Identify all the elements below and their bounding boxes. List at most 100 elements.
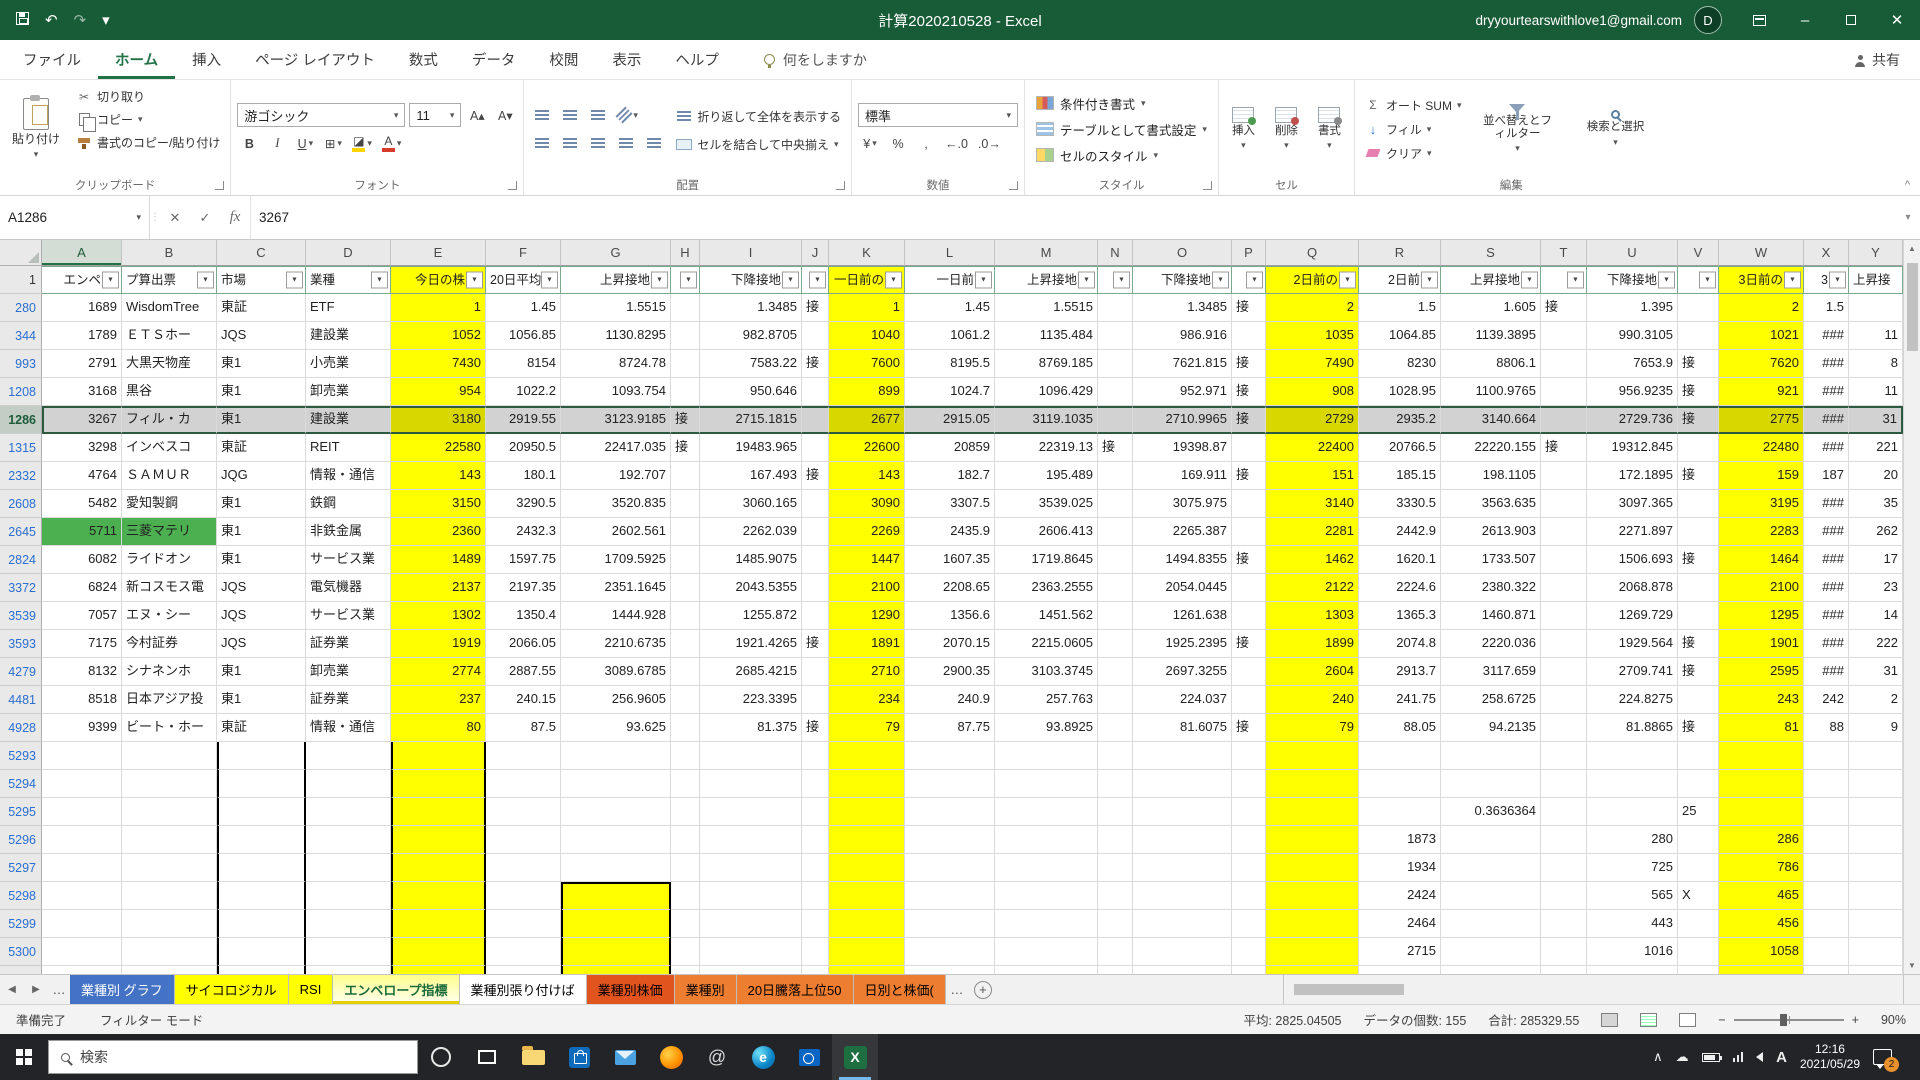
cell-J4481[interactable] (802, 686, 829, 714)
cell-M3593[interactable]: 2215.0605 (995, 630, 1098, 658)
cell-I2608[interactable]: 3060.165 (700, 490, 802, 518)
cell-P5298[interactable] (1232, 882, 1266, 910)
cell-V5297[interactable] (1678, 854, 1719, 882)
cell-G5294[interactable] (561, 770, 671, 798)
cell-X5296[interactable] (1804, 826, 1849, 854)
cell-C3539[interactable]: JQS (217, 602, 306, 630)
cell-V4481[interactable] (1678, 686, 1719, 714)
avatar[interactable]: D (1694, 6, 1722, 34)
cell-P5294[interactable] (1232, 770, 1266, 798)
cell-A5298[interactable] (42, 882, 122, 910)
cell-B4279[interactable]: シナネンホ (122, 658, 217, 686)
cell-O5300[interactable] (1133, 938, 1232, 966)
cell-P4481[interactable] (1232, 686, 1266, 714)
cell-V2824[interactable]: 接 (1678, 546, 1719, 574)
ribbon-display-options-button[interactable] (1736, 0, 1782, 40)
cell-V1315[interactable] (1678, 434, 1719, 462)
cell-E3372[interactable]: 2137 (391, 574, 486, 602)
cell-O3372[interactable]: 2054.0445 (1133, 574, 1232, 602)
qat-customize-button[interactable]: ▾ (102, 11, 110, 29)
cell-C1208[interactable]: 東1 (217, 378, 306, 406)
cell-B993[interactable]: 大黒天物産 (122, 350, 217, 378)
cell-C344[interactable]: JQS (217, 322, 306, 350)
new-sheet-button[interactable]: + (968, 975, 998, 1004)
filter-button-R[interactable]: ▼ (1421, 272, 1438, 289)
cell-I5298[interactable] (700, 882, 802, 910)
cell-I5299[interactable] (700, 910, 802, 938)
cell-Y5296[interactable] (1849, 826, 1903, 854)
cell-Y5295[interactable] (1849, 798, 1903, 826)
cell-X5301[interactable] (1804, 966, 1849, 974)
cell-B5297[interactable] (122, 854, 217, 882)
cell-D1315[interactable]: REIT (306, 434, 391, 462)
filter-button-G[interactable]: ▼ (651, 272, 668, 289)
row-header-280[interactable]: 280 (0, 294, 42, 322)
cell-G5301[interactable] (561, 966, 671, 974)
cell-R2608[interactable]: 3330.5 (1359, 490, 1441, 518)
cell-P2608[interactable] (1232, 490, 1266, 518)
cell-W5295[interactable] (1719, 798, 1804, 826)
cell-E5300[interactable] (391, 938, 486, 966)
cell-Y2824[interactable]: 17 (1849, 546, 1903, 574)
cell-K2645[interactable]: 2269 (829, 518, 905, 546)
clock[interactable]: 12:16 2021/05/29 (1800, 1042, 1860, 1072)
formula-bar-expand-button[interactable]: ▾ (1896, 196, 1920, 239)
column-header-X[interactable]: X (1804, 240, 1849, 266)
cell-Q4928[interactable]: 79 (1266, 714, 1359, 742)
cell-H280[interactable] (671, 294, 700, 322)
tray-chevron-up-icon[interactable]: ∧ (1653, 1049, 1663, 1065)
cell-I5297[interactable] (700, 854, 802, 882)
zoom-level[interactable]: 90% (1881, 1013, 1906, 1027)
ime-indicator[interactable]: A (1776, 1049, 1787, 1066)
cell-V993[interactable]: 接 (1678, 350, 1719, 378)
cell-E5299[interactable] (391, 910, 486, 938)
onedrive-cloud-icon[interactable]: ☁ (1676, 1049, 1689, 1065)
cell-T5294[interactable] (1541, 770, 1587, 798)
row-header-3593[interactable]: 3593 (0, 630, 42, 658)
cell-U2824[interactable]: 1506.693 (1587, 546, 1678, 574)
underline-button[interactable]: U▾ (293, 132, 317, 155)
cell-G2645[interactable]: 2602.561 (561, 518, 671, 546)
cell-M5298[interactable] (995, 882, 1098, 910)
cell-U3372[interactable]: 2068.878 (1587, 574, 1678, 602)
cell-X2608[interactable]: ### (1804, 490, 1849, 518)
cell-L5297[interactable] (905, 854, 995, 882)
cell-W5296[interactable]: 286 (1719, 826, 1804, 854)
cell-W2645[interactable]: 2283 (1719, 518, 1804, 546)
cell-M4279[interactable]: 3103.3745 (995, 658, 1098, 686)
wrap-text-button[interactable]: 折り返して全体を表示する (672, 106, 845, 127)
cell-W5300[interactable]: 1058 (1719, 938, 1804, 966)
cell-G5298[interactable] (561, 882, 671, 910)
cell-B2332[interactable]: ＳＡＭＵＲ (122, 462, 217, 490)
cell-O5298[interactable] (1133, 882, 1232, 910)
cell-P4928[interactable]: 接 (1232, 714, 1266, 742)
cell-N4279[interactable] (1098, 658, 1133, 686)
cell-E5295[interactable] (391, 798, 486, 826)
cell-C5296[interactable] (217, 826, 306, 854)
cell-I3539[interactable]: 1255.872 (700, 602, 802, 630)
cell-O5299[interactable] (1133, 910, 1232, 938)
cell-A3593[interactable]: 7175 (42, 630, 122, 658)
cell-W2824[interactable]: 1464 (1719, 546, 1804, 574)
filter-button-T[interactable]: ▼ (1567, 272, 1584, 289)
row-header-5298[interactable]: 5298 (0, 882, 42, 910)
cell-B4481[interactable]: 日本アジア投 (122, 686, 217, 714)
cell-S5295[interactable]: 0.3636364 (1441, 798, 1541, 826)
cell-P280[interactable]: 接 (1232, 294, 1266, 322)
row-header-993[interactable]: 993 (0, 350, 42, 378)
cell-R1315[interactable]: 20766.5 (1359, 434, 1441, 462)
cell-I2645[interactable]: 2262.039 (700, 518, 802, 546)
cell-R3372[interactable]: 2224.6 (1359, 574, 1441, 602)
normal-view-button[interactable] (1601, 1013, 1618, 1027)
cell-I2332[interactable]: 167.493 (700, 462, 802, 490)
cell-O3593[interactable]: 1925.2395 (1133, 630, 1232, 658)
cell-W1286[interactable]: 2775 (1719, 406, 1804, 434)
zoom-out-button[interactable]: − (1718, 1013, 1725, 1027)
share-button[interactable]: 共有 (1855, 40, 1900, 79)
cell-E5293[interactable] (391, 742, 486, 770)
cell-M993[interactable]: 8769.185 (995, 350, 1098, 378)
cell-A3372[interactable]: 6824 (42, 574, 122, 602)
cell-P1208[interactable]: 接 (1232, 378, 1266, 406)
cell-B5299[interactable] (122, 910, 217, 938)
cell-D5299[interactable] (306, 910, 391, 938)
